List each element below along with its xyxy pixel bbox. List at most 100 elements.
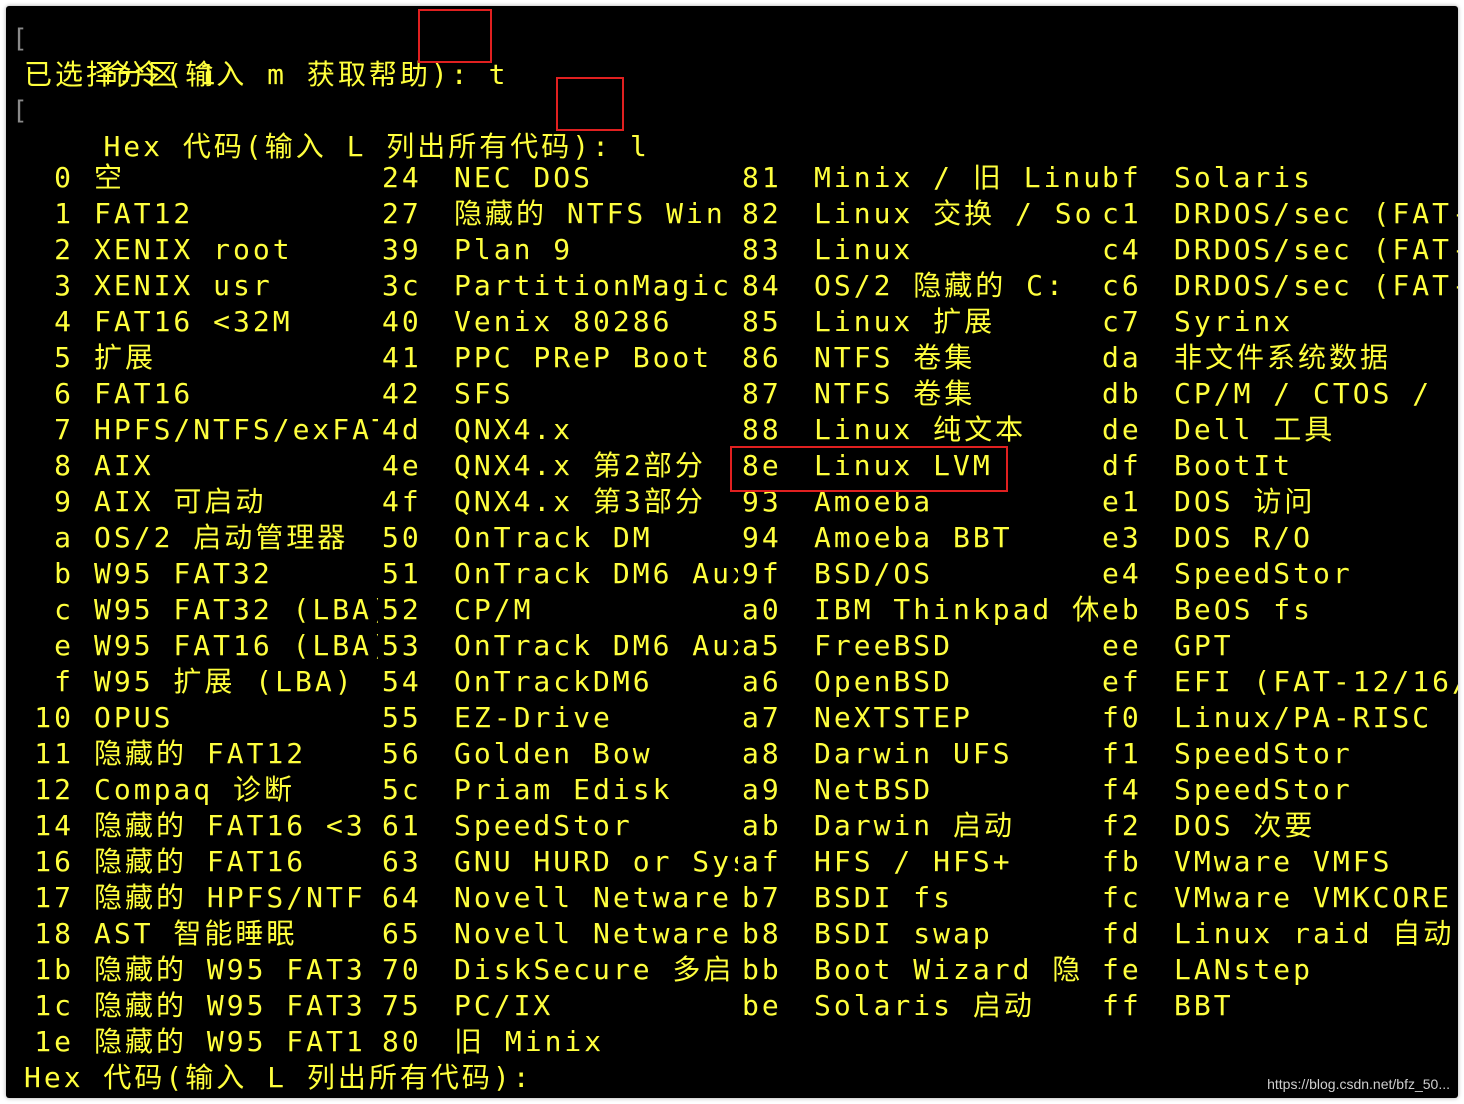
partition-type-name: OS/2 隐藏的 C: (814, 269, 1066, 302)
partition-code: 17 (34, 881, 74, 914)
partition-code: 5c (382, 773, 422, 806)
command-input-highlight (418, 9, 492, 63)
partition-type-name: OPUS (94, 701, 174, 734)
partition-code: f1 (1102, 737, 1142, 770)
partition-code: 0 (54, 161, 74, 194)
partition-code: fc (1102, 881, 1142, 914)
partition-type-name: Linux/PA-RISC (1174, 701, 1433, 734)
partition-code: c6 (1102, 269, 1142, 302)
partition-row: 12 Compaq 诊断 5c Priam Edisk a9 NetBSD f4 SpeedS… (6, 772, 1458, 808)
partition-code: a7 (742, 701, 782, 734)
partition-code: 80 (382, 1025, 422, 1058)
partition-code: eb (1102, 593, 1142, 626)
partition-row: 2 XENIX root 39 Plan 9 83 Linux c4 DRDOS/sec (F… (6, 232, 1458, 268)
partition-code: 82 (742, 197, 782, 230)
partition-type-name: BSDI swap (814, 917, 993, 950)
partition-type-name: NeXTSTEP (814, 701, 973, 734)
partition-type-name: GPT (1174, 629, 1234, 662)
partition-code: af (742, 845, 782, 878)
partition-type-name: Solaris 启动 (814, 989, 1035, 1022)
partition-code: 81 (742, 161, 782, 194)
partition-code: 4d (382, 413, 422, 446)
partition-type-name: NEC DOS (454, 161, 594, 194)
partition-row: 4 FAT16 <32M 40 Venix 80286 85 Linux 扩展 c7 Syri… (6, 304, 1458, 340)
partition-type-name: Golden Bow (454, 737, 653, 770)
partition-type-name: QNX4.x (454, 413, 574, 446)
partition-code: ff (1102, 989, 1142, 1022)
partition-type-name: 非文件系统数据 (1174, 341, 1392, 374)
partition-code: 1e (34, 1025, 74, 1058)
partition-type-name: Linux 纯文本 (814, 413, 1027, 446)
partition-type-name: 隐藏的 NTFS Win (454, 197, 726, 230)
partition-code: 85 (742, 305, 782, 338)
partition-type-name: SFS (454, 377, 514, 410)
partition-row: 1e 隐藏的 W95 FAT1 80 旧 Minix (6, 1024, 1458, 1060)
partition-code: 1c (34, 989, 74, 1022)
partition-type-name: Linux raid 自动 (1174, 917, 1455, 950)
partition-row: 10 OPUS 55 EZ-Drive a7 NeXTSTEP f0 Linux/PA-RIS… (6, 700, 1458, 736)
partition-type-name: BSD/OS (814, 557, 934, 590)
partition-type-name: 隐藏的 FAT16 (94, 845, 307, 878)
partition-type-name: LANstep (1174, 953, 1314, 986)
partition-code: 4 (54, 305, 74, 338)
partition-type-name: 空 (94, 161, 126, 194)
partition-type-name: Solaris (1174, 161, 1314, 194)
partition-row: 14 隐藏的 FAT16 <3 61 SpeedStor ab Darwin 启动 f2 DO… (6, 808, 1458, 844)
partition-type-name: FAT16 <32M (94, 305, 293, 338)
partition-code: 54 (382, 665, 422, 698)
partition-type-name: BSDI fs (814, 881, 954, 914)
partition-type-name: DOS 次要 (1174, 809, 1316, 842)
terminal-window[interactable]: [ 命令(输入 m 获取帮助): t 已选择分区 1 [ Hex 代码(输入 L … (6, 6, 1458, 1098)
partition-type-name: 隐藏的 FAT12 (94, 737, 307, 770)
partition-code: f4 (1102, 773, 1142, 806)
partition-code: 84 (742, 269, 782, 302)
partition-code: c7 (1102, 305, 1142, 338)
partition-code: 94 (742, 521, 782, 554)
partition-code: 70 (382, 953, 422, 986)
selected-partition-line: 已选择分区 1 (24, 58, 219, 91)
partition-row: 3 XENIX usr 3c PartitionMagic 84 OS/2 隐藏的 C: c… (6, 268, 1458, 304)
partition-type-name: Linux 扩展 (814, 305, 996, 338)
partition-type-name: NTFS 卷集 (814, 341, 976, 374)
partition-type-name: XENIX usr (94, 269, 273, 302)
partition-code: df (1102, 449, 1142, 482)
partition-code: 3 (54, 269, 74, 302)
partition-type-name: Venix 80286 (454, 305, 673, 338)
partition-code: 2 (54, 233, 74, 266)
partition-type-name: Priam Edisk (454, 773, 673, 806)
partition-type-name: OS/2 启动管理器 (94, 521, 349, 554)
partition-code: fe (1102, 953, 1142, 986)
partition-type-name: AIX (94, 449, 154, 482)
partition-code: 9 (54, 485, 74, 518)
partition-code: 75 (382, 989, 422, 1022)
partition-code: 7 (54, 413, 74, 446)
partition-code: 65 (382, 917, 422, 950)
partition-code: 6 (54, 377, 74, 410)
partition-code: a (54, 521, 74, 554)
partition-code: db (1102, 377, 1142, 410)
partition-type-name: Compaq 诊断 (94, 773, 296, 806)
partition-type-name: SpeedStor (454, 809, 633, 842)
partition-code: a9 (742, 773, 782, 806)
partition-row: 1 FAT12 27 隐藏的 NTFS Win 82 Linux 交换 / So c1 DRD… (6, 196, 1458, 232)
hex-code-prompt-label: Hex 代码(输入 L 列出所有代码): (103, 130, 613, 163)
partition-type-name: DRDOS/sec (FAT- (1174, 269, 1458, 302)
partition-type-name: W95 FAT32 (LBA) (94, 593, 378, 626)
partition-code: bb (742, 953, 782, 986)
partition-type-name: W95 FAT16 (LBA) (94, 629, 378, 662)
partition-type-name: QNX4.x 第2部分 (454, 449, 706, 482)
partition-code: ef (1102, 665, 1142, 698)
partition-code: 14 (34, 809, 74, 842)
partition-code: 4e (382, 449, 422, 482)
partition-type-name: VMware VMFS (1174, 845, 1393, 878)
partition-type-name: FAT12 (94, 197, 194, 230)
partition-code: f (54, 665, 74, 698)
partition-code: 39 (382, 233, 422, 266)
partition-type-name: QNX4.x 第3部分 (454, 485, 706, 518)
partition-type-name: W95 FAT32 (94, 557, 273, 590)
partition-code: 55 (382, 701, 422, 734)
partition-type-name: EFI (FAT-12/16/ (1174, 665, 1458, 698)
partition-type-name: PartitionMagic (454, 269, 733, 302)
partition-code: 83 (742, 233, 782, 266)
partition-code: c (54, 593, 74, 626)
